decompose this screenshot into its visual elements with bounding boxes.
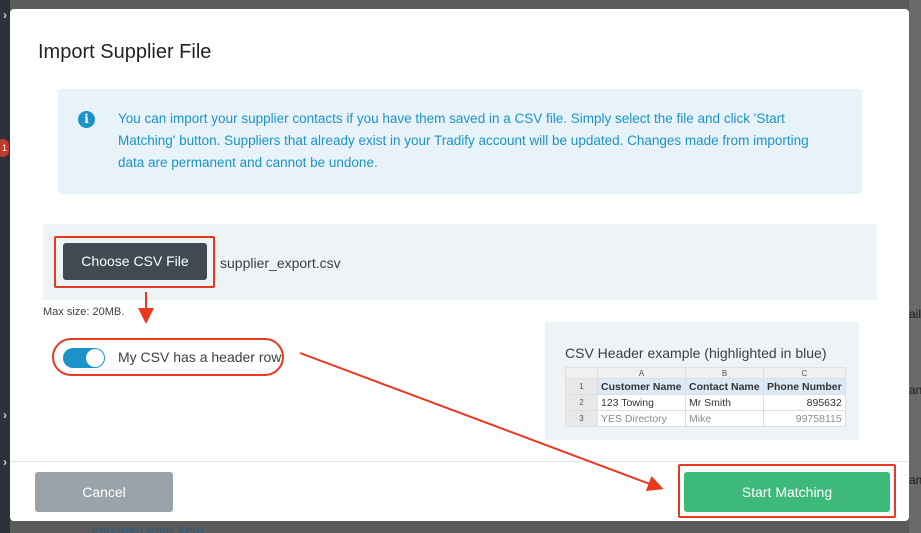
chevron-right-icon: › [3,408,7,422]
start-matching-button[interactable]: Start Matching [684,472,890,512]
column-letter: B [685,367,764,379]
header-cell: Customer Name [597,378,686,395]
chevron-right-icon: › [3,455,7,469]
background-link: Imported from Xero [92,523,204,533]
column-letters-row: A B C [565,367,846,379]
background-text-fragment: an [909,473,921,487]
data-cell: 99758115 [763,410,846,427]
info-icon: i [78,111,95,128]
background-text-fragment: ail [909,307,921,321]
data-cell: Mike [685,410,764,427]
import-supplier-modal: Import Supplier File i You can import yo… [10,9,909,521]
data-cell: 895632 [763,394,846,411]
chevron-right-icon: › [3,8,7,22]
notification-badge: 1 [0,139,9,157]
column-letter: A [597,367,686,379]
row-number: 3 [565,410,598,427]
info-banner: i You can import your supplier contacts … [58,89,862,194]
selected-file-name: supplier_export.csv [220,255,341,271]
file-select-panel: Choose CSV File supplier_export.csv [43,224,877,300]
info-text: You can import your supplier contacts if… [118,111,809,170]
example-title: CSV Header example (highlighted in blue) [565,345,827,361]
footer-divider [10,461,909,462]
data-cell: Mr Smith [685,394,764,411]
row-number: 1 [565,378,598,395]
background-sidebar: › 1 › › [0,0,10,533]
table-row: 2 123 Towing Mr Smith 895632 [565,394,846,411]
data-cell: YES Directory [597,410,686,427]
csv-header-example: CSV Header example (highlighted in blue)… [545,322,859,440]
background-text-fragment: an [909,383,921,397]
row-number: 2 [565,394,598,411]
column-letter: C [763,367,846,379]
header-row-toggle[interactable] [63,348,105,368]
background-content-edge: ail an an [909,0,921,533]
header-cell: Phone Number [763,378,846,395]
table-row: 3 YES Directory Mike 99758115 [565,410,846,427]
table-row: 1 Customer Name Contact Name Phone Numbe… [565,378,846,395]
modal-title: Import Supplier File [38,41,212,63]
choose-csv-file-button[interactable]: Choose CSV File [63,243,207,280]
max-size-hint: Max size: 20MB. [43,306,125,318]
cancel-button[interactable]: Cancel [35,472,173,512]
header-row-toggle-label[interactable]: My CSV has a header row [118,349,281,365]
toggle-knob [86,349,104,367]
header-cell: Contact Name [685,378,764,395]
data-cell: 123 Towing [597,394,686,411]
header-row-toggle-group: My CSV has a header row [52,338,284,376]
example-spreadsheet: A B C 1 Customer Name Contact Name Phone… [565,367,846,427]
